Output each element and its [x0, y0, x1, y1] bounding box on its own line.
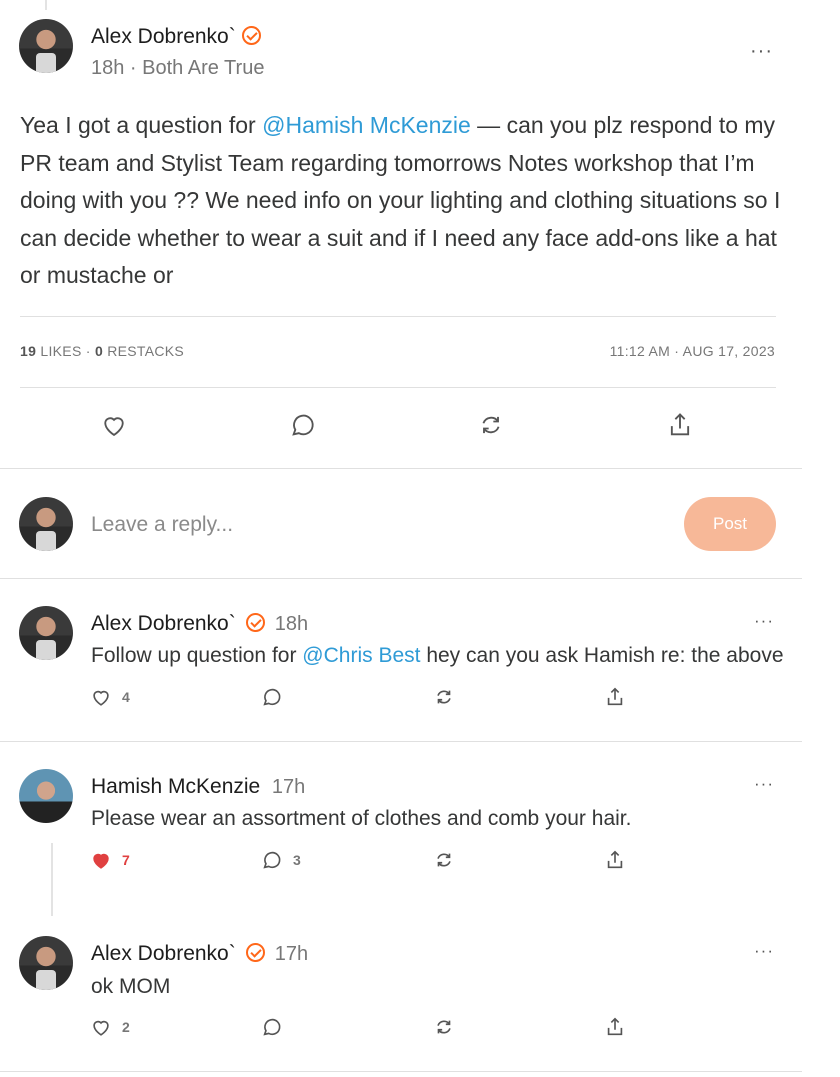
- reply-button[interactable]: [261, 686, 283, 708]
- comment-text-part: Follow up question for: [91, 644, 303, 667]
- like-button[interactable]: 4: [90, 686, 130, 708]
- thread-connector-top: [45, 0, 47, 10]
- post-body-text: Yea I got a question for: [20, 112, 263, 138]
- avatar[interactable]: [19, 19, 73, 73]
- section-divider: [0, 468, 802, 469]
- reply-button[interactable]: 3: [261, 849, 301, 871]
- avatar[interactable]: [19, 606, 73, 660]
- post-author[interactable]: Alex Dobrenko`: [91, 25, 261, 49]
- like-button[interactable]: [100, 411, 128, 439]
- share-icon: [607, 687, 623, 706]
- likes-count[interactable]: 19: [20, 343, 36, 359]
- restack-button[interactable]: [433, 1016, 455, 1038]
- share-button[interactable]: [666, 411, 694, 439]
- post-body-text: — can you plz respond to my PR team and …: [20, 112, 781, 288]
- post-button[interactable]: Post: [684, 497, 776, 551]
- restack-icon: [437, 1020, 451, 1034]
- avatar: [19, 497, 73, 551]
- share-icon: [607, 850, 623, 869]
- heart-icon: [104, 417, 124, 437]
- heart-filled-icon: [93, 853, 109, 869]
- restack-icon: [437, 853, 451, 867]
- more-options-icon[interactable]: ···: [750, 40, 773, 63]
- heart-icon: [93, 1020, 109, 1036]
- comment-icon: [263, 688, 281, 706]
- like-count: 7: [122, 852, 130, 868]
- like-button[interactable]: 2: [90, 1016, 130, 1038]
- divider: [20, 387, 776, 388]
- comment-author[interactable]: Alex Dobrenko` 18h: [91, 612, 308, 636]
- post-author-name[interactable]: Alex Dobrenko`: [91, 25, 236, 48]
- mention-link[interactable]: @Chris Best: [302, 644, 420, 667]
- restack-button[interactable]: [433, 849, 455, 871]
- verified-check-icon: [241, 26, 261, 45]
- share-button[interactable]: [604, 1016, 626, 1038]
- mention-link[interactable]: @Hamish McKenzie: [262, 112, 471, 138]
- comment-author-name[interactable]: Alex Dobrenko`: [91, 612, 236, 635]
- divider: [20, 316, 776, 317]
- reply-button[interactable]: [261, 1016, 283, 1038]
- reply-input[interactable]: Leave a reply...: [91, 513, 233, 537]
- comment-icon: [292, 414, 314, 436]
- verified-check-icon: [245, 943, 265, 962]
- more-options-icon[interactable]: ···: [754, 941, 774, 961]
- comment-icon: [263, 851, 281, 869]
- comment-time[interactable]: 18h: [275, 613, 308, 635]
- restack-icon: [437, 690, 451, 704]
- comment-author-name[interactable]: Alex Dobrenko`: [91, 942, 236, 965]
- likes-label[interactable]: LIKES: [40, 343, 81, 359]
- restack-icon: [482, 416, 500, 434]
- restack-button[interactable]: [477, 411, 505, 439]
- more-options-icon[interactable]: ···: [754, 611, 774, 631]
- section-divider: [0, 741, 802, 742]
- more-options-icon[interactable]: ···: [754, 774, 774, 794]
- share-icon: [670, 413, 690, 436]
- comment-text-part: hey can you ask Hamish re: the above: [420, 644, 784, 667]
- comment-icon: [263, 1018, 281, 1036]
- restacks-count[interactable]: 0: [95, 343, 103, 359]
- comment-author[interactable]: Hamish McKenzie 17h: [91, 775, 305, 799]
- share-button[interactable]: [604, 849, 626, 871]
- like-count: 4: [122, 689, 130, 705]
- share-icon: [607, 1017, 623, 1036]
- section-divider: [0, 1071, 802, 1072]
- comment-text: Follow up question for @Chris Best hey c…: [91, 644, 784, 668]
- avatar[interactable]: [19, 769, 73, 823]
- like-button[interactable]: 7: [90, 849, 130, 871]
- post-meta[interactable]: 18h · Both Are True: [91, 57, 264, 80]
- restack-button[interactable]: [433, 686, 455, 708]
- post-stats: 19 LIKES · 0 RESTACKS: [20, 343, 185, 359]
- comment-author-name[interactable]: Hamish McKenzie: [91, 775, 260, 798]
- post-body: Yea I got a question for @Hamish McKenzi…: [20, 107, 790, 295]
- comment-time[interactable]: 17h: [272, 776, 305, 798]
- verified-check-icon: [245, 613, 265, 632]
- comment-time[interactable]: 17h: [275, 943, 308, 965]
- comment-text: Please wear an assortment of clothes and…: [91, 807, 632, 830]
- share-button[interactable]: [604, 686, 626, 708]
- comment-author[interactable]: Alex Dobrenko` 17h: [91, 942, 308, 966]
- post-timestamp: 11:12 AM · AUG 17, 2023: [609, 343, 775, 359]
- comment-text: ok MOM: [91, 975, 171, 998]
- section-divider: [0, 578, 802, 579]
- thread-connector: [51, 843, 53, 916]
- avatar[interactable]: [19, 936, 73, 990]
- like-count: 2: [122, 1019, 130, 1035]
- comment-button[interactable]: [289, 411, 317, 439]
- heart-icon: [93, 690, 109, 706]
- reply-count: 3: [293, 852, 301, 868]
- restacks-label[interactable]: RESTACKS: [107, 343, 184, 359]
